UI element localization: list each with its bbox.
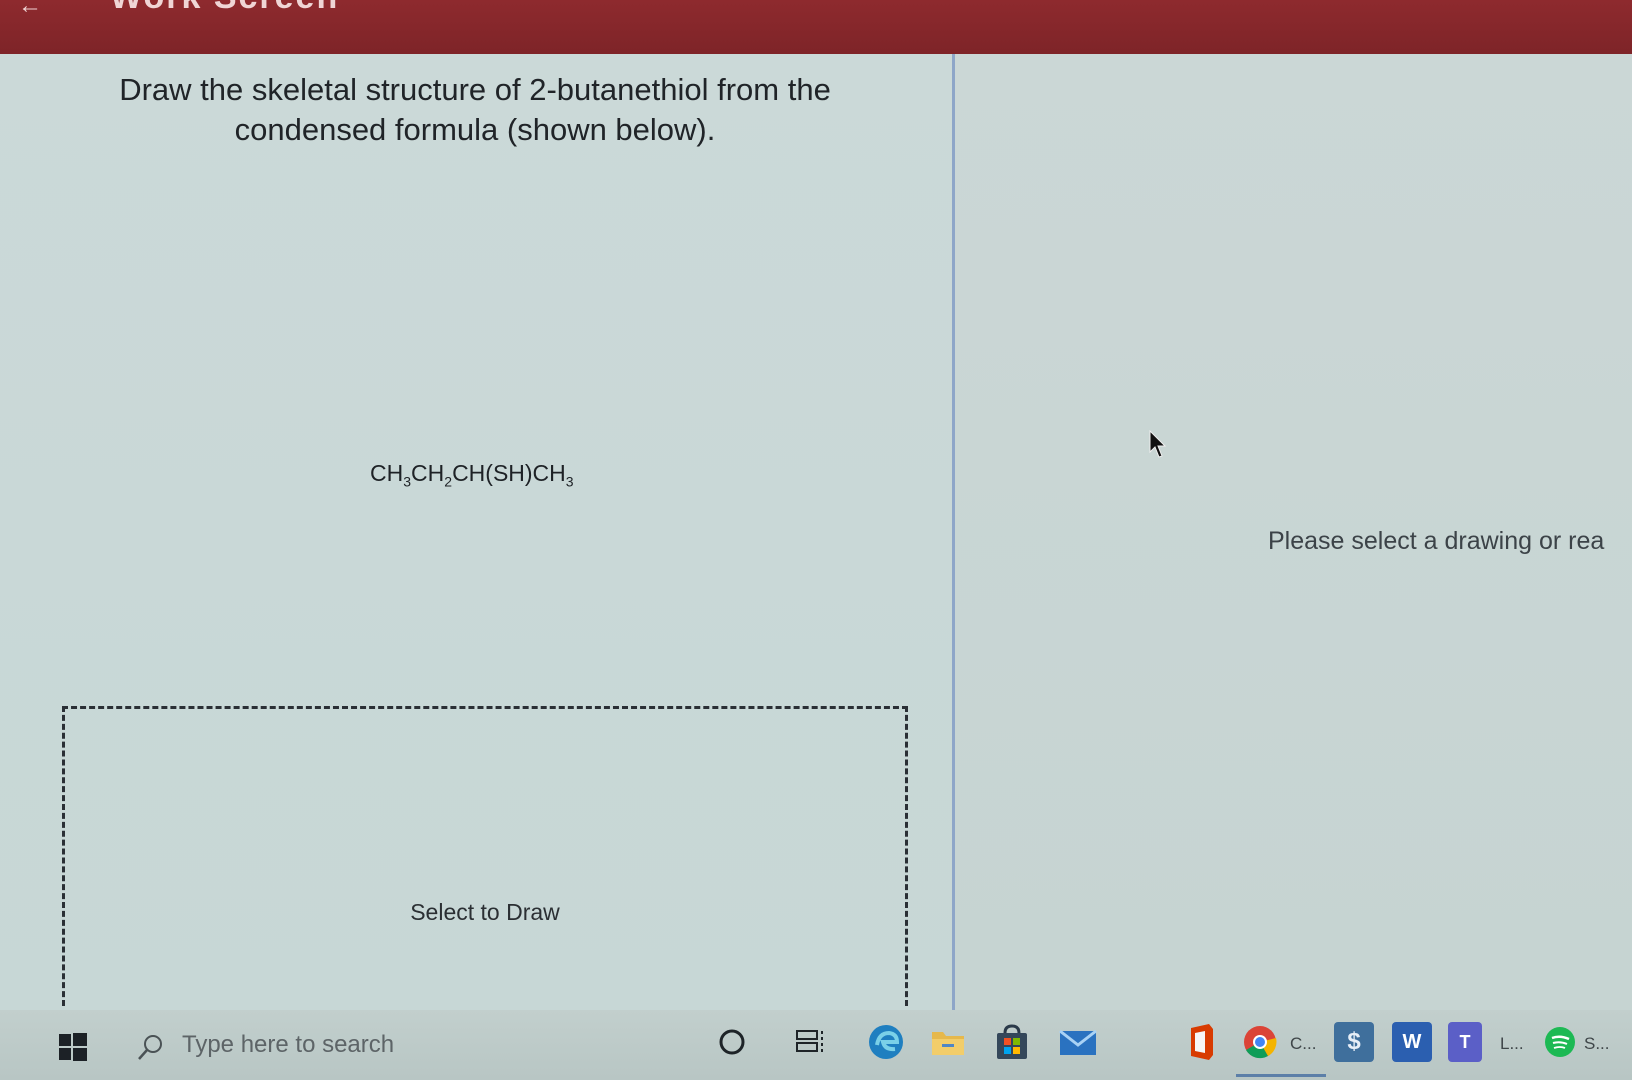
drawing-area[interactable]: Select to Draw	[62, 706, 908, 1006]
title-bar: ← Work Screen	[0, 0, 1632, 54]
spotify-label: S...	[1584, 1034, 1610, 1053]
windows-start-icon[interactable]	[58, 1032, 88, 1062]
taskbar: C... $ W T L... S...	[0, 1010, 1632, 1080]
chrome-label: C...	[1290, 1034, 1317, 1053]
chrome-icon[interactable]	[1240, 1022, 1280, 1062]
store-icon[interactable]	[992, 1022, 1032, 1062]
mail-icon[interactable]	[1058, 1022, 1098, 1062]
cortana-icon[interactable]	[712, 1022, 752, 1062]
edge-icon[interactable]	[866, 1022, 906, 1062]
word-icon[interactable]: W	[1392, 1022, 1432, 1062]
office-icon[interactable]	[1180, 1022, 1220, 1062]
teams-icon[interactable]: T	[1448, 1022, 1482, 1062]
app-s-icon[interactable]: $	[1334, 1022, 1374, 1062]
window-title: Work Screen	[110, 0, 339, 17]
back-arrow-icon[interactable]: ←	[18, 0, 42, 20]
search-icon	[138, 1035, 162, 1060]
taskbar-search[interactable]	[130, 1018, 690, 1072]
mouse-cursor-icon	[1149, 430, 1167, 458]
file-explorer-icon[interactable]	[928, 1022, 968, 1062]
search-input[interactable]	[180, 1026, 664, 1064]
condensed-formula: CH3CH2CH(SH)CH3	[370, 460, 574, 490]
chrome-active-indicator	[1236, 1074, 1326, 1077]
question-text: Draw the skeletal structure of 2-butanet…	[119, 72, 831, 147]
screen: ← Work Screen Draw the skeletal structur…	[0, 0, 1632, 1080]
spotify-icon[interactable]	[1540, 1022, 1580, 1062]
right-panel-message: Please select a drawing or rea	[1268, 527, 1605, 555]
task-view-icon[interactable]	[790, 1022, 830, 1062]
teams-label: L...	[1500, 1034, 1524, 1053]
select-to-draw-label[interactable]: Select to Draw	[65, 899, 905, 926]
